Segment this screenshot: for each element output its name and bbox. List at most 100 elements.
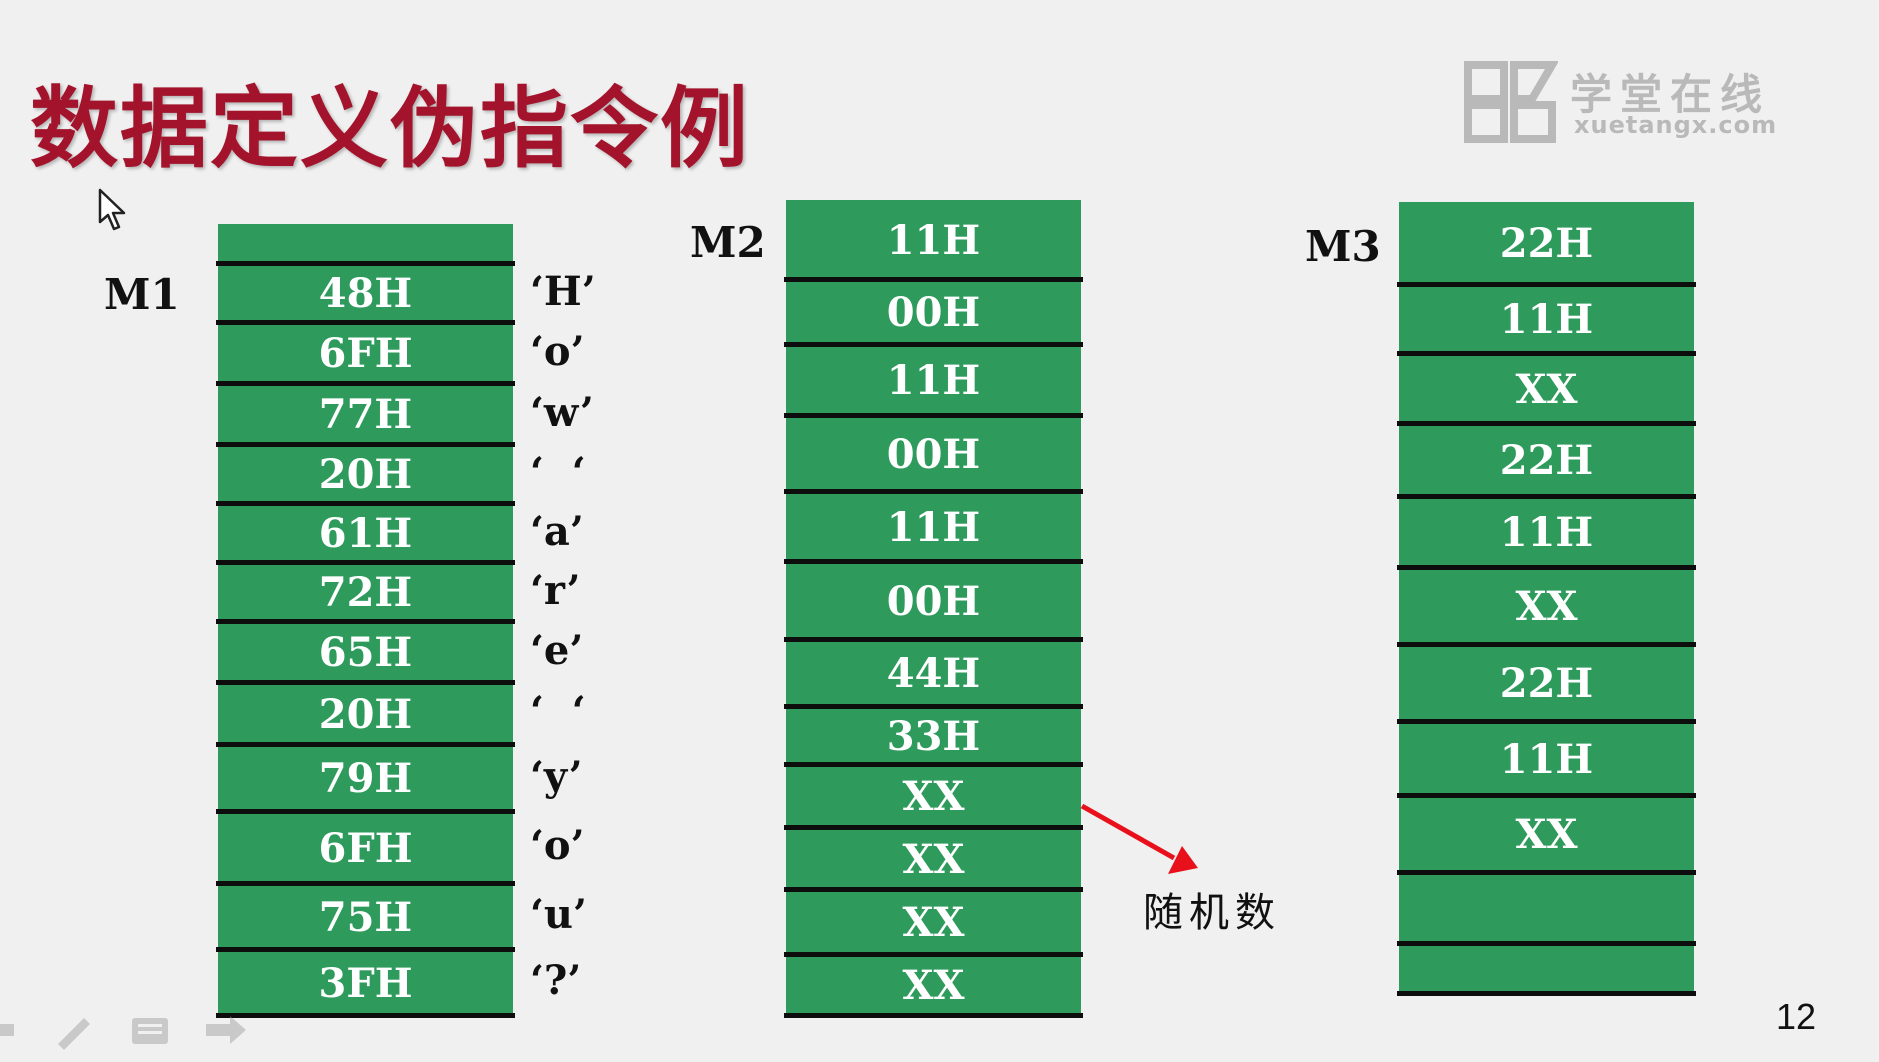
m1-cell-divider (216, 501, 515, 506)
m3-cell-divider (1397, 565, 1696, 570)
m3-cell (1399, 944, 1694, 994)
watermark-domain: xuetangx.com (1574, 111, 1778, 139)
m1-cell-divider (216, 442, 515, 447)
m1-char-label: ‘u’ (530, 891, 587, 938)
m2-cell: 11H (886, 357, 981, 404)
m2-memory-column: 11H 00H 11H 00H 11H 00H 44H 33H XX XX XX XX (784, 200, 1083, 1018)
m2-cell-divider (784, 277, 1083, 282)
m3-cell: 22H (1499, 660, 1594, 707)
m2-cell: 00H (886, 289, 981, 336)
m2-bottom-border (784, 1013, 1083, 1018)
m1-cell: 72H (318, 569, 413, 616)
m3-cell: XX (1515, 365, 1578, 413)
m2-cell-divider (784, 704, 1083, 709)
m3-cell-divider (1397, 941, 1696, 946)
presentation-toolbar[interactable] (0, 1010, 260, 1050)
page-number: 12 (1776, 996, 1817, 1037)
m3-cell: XX (1515, 811, 1578, 858)
m1-char-label: ‘e’ (530, 626, 584, 674)
m2-cell: XX (902, 899, 965, 946)
m2-cell: 11H (886, 503, 981, 551)
m1-label: M1 (104, 270, 180, 319)
m3-cell (1399, 873, 1694, 944)
m2-cell: XX (902, 962, 965, 1009)
m3-cell: XX (1515, 583, 1578, 630)
m1-char-label: ‘o’ (530, 327, 585, 375)
watermark: 学堂在线 xuetangx.com (1462, 55, 1782, 155)
slide: 数据定义伪指令例 学堂在线 xuetangx.com M1 48H 6FH 77H 2… (0, 0, 1879, 1062)
forward-icon[interactable] (204, 1010, 248, 1050)
m2-cell-divider (784, 762, 1083, 767)
m1-memory-column: 48H 6FH 77H 20H 61H 72H 65H 20H 79H 6FH 75H 3FH (216, 224, 515, 1018)
m1-char-label: ‘o’ (530, 822, 585, 869)
m3-cell: 22H (1499, 220, 1594, 267)
pen-icon[interactable] (54, 1010, 94, 1050)
m1-cell-divider (216, 742, 515, 747)
m1-cell (218, 224, 513, 264)
m3-cell-divider (1397, 870, 1696, 875)
m3-bottom-border (1397, 991, 1696, 996)
m1-cell-divider (216, 619, 515, 624)
m2-cell: 44H (886, 650, 981, 697)
m1-char-label: ‘?’ (530, 957, 582, 1004)
m3-cell-divider (1397, 282, 1696, 287)
m2-cell-divider (784, 489, 1083, 494)
m3-cell-divider (1397, 351, 1696, 356)
m1-char-label: ‘r’ (530, 566, 581, 614)
m2-cell-divider (784, 559, 1083, 564)
m2-cell-divider (784, 887, 1083, 892)
m2-cell: 00H (886, 430, 981, 478)
m1-cell: 65H (318, 629, 413, 676)
m3-label: M3 (1305, 222, 1381, 271)
menu-icon[interactable] (130, 1010, 170, 1050)
m3-cell-divider (1397, 494, 1696, 499)
m1-char-label: ‘H’ (530, 267, 596, 315)
m2-cell-divider (784, 825, 1083, 830)
m2-cell: 33H (886, 712, 981, 760)
m1-cell: 61H (318, 510, 413, 557)
m1-char-label: ‘ ‘ (530, 688, 586, 735)
m1-bottom-border (216, 1013, 515, 1018)
m1-cell: 6FH (318, 330, 413, 377)
m1-cell: 3FH (318, 959, 413, 1007)
m2-cell: 00H (886, 577, 981, 625)
m1-cell-divider (216, 261, 515, 266)
m1-cell-divider (216, 809, 515, 814)
m3-cell-divider (1397, 719, 1696, 724)
m2-cell-divider (784, 637, 1083, 642)
m1-cell: 20H (318, 690, 413, 738)
m1-cell: 77H (318, 391, 413, 438)
m1-cell: 20H (318, 451, 413, 498)
m2-cell-divider (784, 342, 1083, 347)
m3-cell-divider (1397, 642, 1696, 647)
m2-label: M2 (690, 218, 766, 267)
m1-char-label: ‘a’ (530, 507, 584, 555)
m1-cell-divider (216, 381, 515, 386)
m2-cell-divider (784, 413, 1083, 418)
m1-char-label: ‘ ‘ (530, 448, 586, 496)
m3-cell-divider (1397, 793, 1696, 798)
random-number-label: 随机数 (1143, 890, 1281, 936)
m1-cell-divider (216, 680, 515, 685)
m3-cell: 11H (1499, 735, 1594, 783)
back-icon[interactable] (0, 1010, 20, 1050)
m1-cell-divider (216, 320, 515, 325)
m3-cell: 11H (1499, 296, 1594, 343)
m1-cell-divider (216, 881, 515, 886)
m1-cell: 75H (318, 893, 413, 941)
m3-cell: 22H (1499, 437, 1594, 484)
slide-title: 数据定义伪指令例 (30, 77, 751, 180)
random-arrow-icon (1080, 803, 1198, 874)
m3-cell-divider (1397, 421, 1696, 426)
m1-cell: 48H (318, 270, 413, 317)
m1-cell-divider (216, 560, 515, 565)
m1-char-label: ‘w’ (530, 388, 594, 436)
m1-cell-divider (216, 947, 515, 952)
m2-cell: XX (902, 773, 965, 820)
m3-memory-column: 22H 11H XX 22H 11H XX 22H 11H XX (1397, 202, 1696, 996)
m1-cell: 79H (318, 755, 413, 802)
m2-cell: XX (902, 835, 965, 883)
m1-cell: 6FH (318, 824, 413, 872)
xuetangx-logo-icon (1464, 61, 1558, 143)
cursor-arrow-icon (98, 188, 126, 231)
